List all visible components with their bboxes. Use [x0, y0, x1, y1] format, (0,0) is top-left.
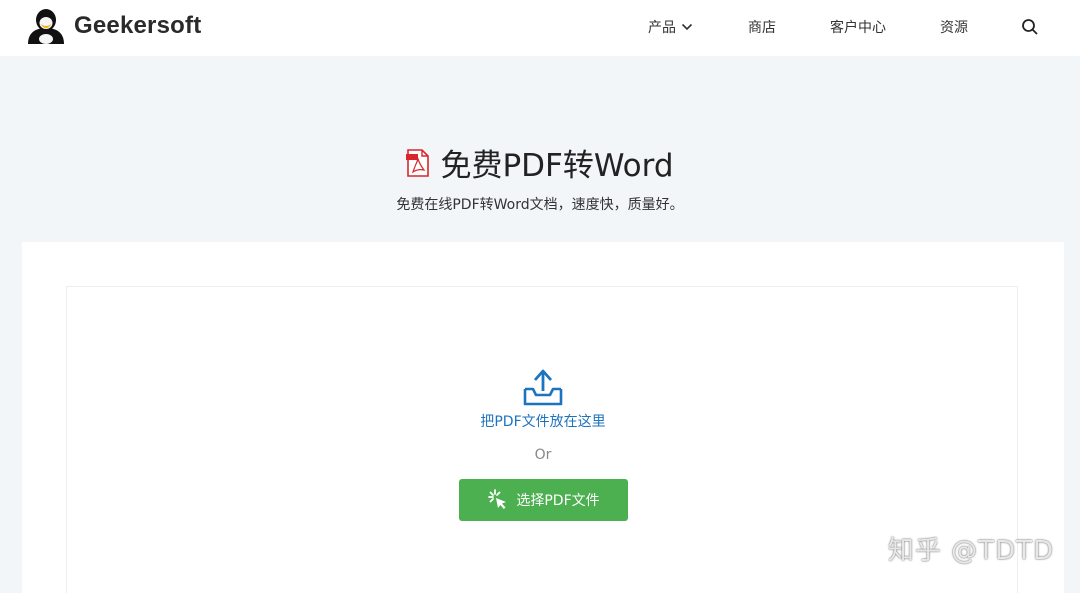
nav-store-label: 商店: [748, 20, 776, 36]
nav-resources[interactable]: 资源: [940, 17, 968, 37]
page-subtitle: 免费在线PDF转Word文档，速度快，质量好。: [396, 197, 684, 213]
nav-products-label: 产品: [648, 20, 676, 36]
site-logo[interactable]: Geekersoft: [24, 6, 201, 46]
click-cursor-icon: [488, 489, 507, 509]
select-pdf-button-label: 选择PDF文件: [516, 493, 600, 509]
watermark: 知乎 @TDTD: [887, 536, 1054, 566]
search-icon[interactable]: [1021, 18, 1039, 36]
nav-resources-label: 资源: [940, 20, 968, 36]
page-title: 免费PDF转Word: [440, 148, 674, 184]
nav-customer-center[interactable]: 客户中心: [830, 17, 886, 37]
nav-store[interactable]: 商店: [748, 17, 776, 37]
or-separator: Or: [534, 447, 552, 463]
site-header: Geekersoft 产品 商店 客户中心 资源: [0, 0, 1080, 56]
upload-tray-icon: [523, 369, 563, 406]
page: Geekersoft 产品 商店 客户中心 资源 免费PDF转Word 免费在线…: [0, 0, 1080, 593]
drop-instruction: 把PDF文件放在这里: [480, 414, 606, 430]
file-dropzone[interactable]: 把PDF文件放在这里 Or 选择PDF文件: [66, 286, 1018, 593]
logo-text: Geekersoft: [74, 12, 202, 39]
select-pdf-button[interactable]: 选择PDF文件: [459, 479, 628, 521]
hero-title-row: 免费PDF转Word: [0, 140, 1080, 185]
nav-products[interactable]: 产品: [648, 17, 693, 37]
penguin-logo-icon: [28, 9, 64, 44]
nav-customer-center-label: 客户中心: [830, 20, 886, 36]
pdf-file-icon: [406, 148, 430, 177]
chevron-down-icon: [681, 23, 693, 31]
